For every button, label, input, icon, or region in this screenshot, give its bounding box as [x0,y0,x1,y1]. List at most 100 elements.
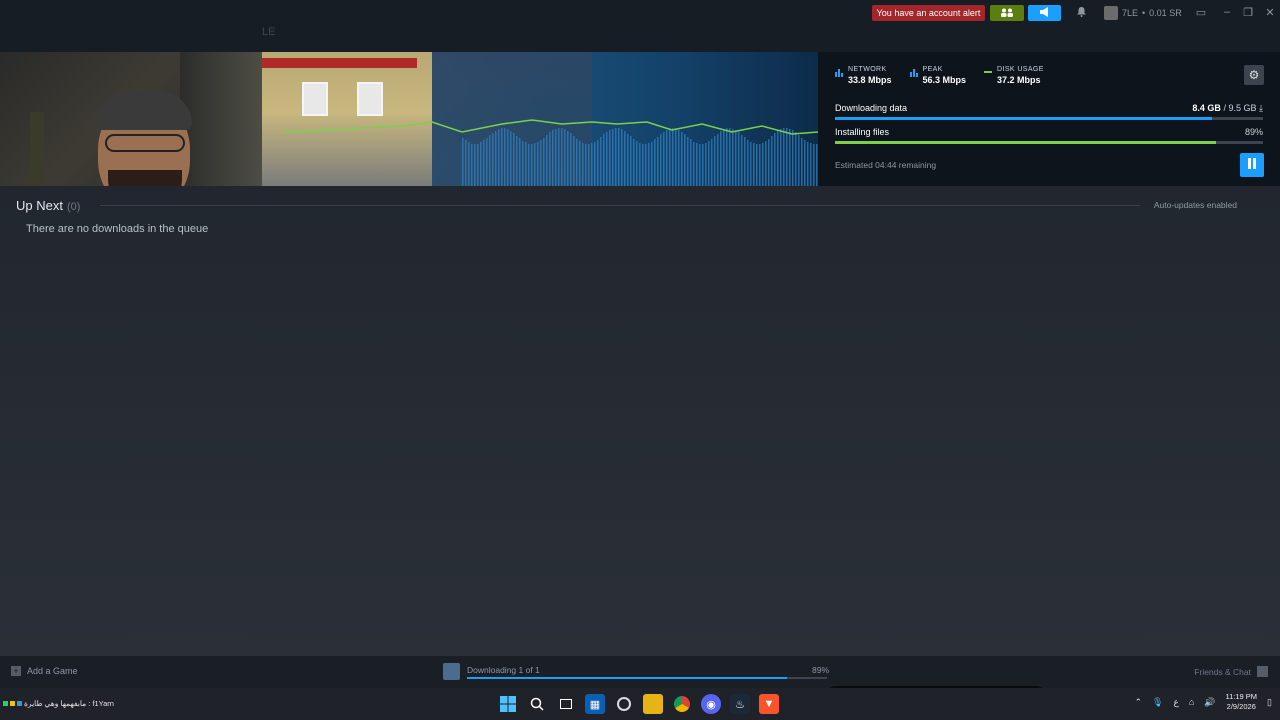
downloading-size: 8.4 GB / 9.5 GB ⤓ [1192,103,1263,114]
network-icon[interactable]: ⌂ [1189,697,1194,707]
bandwidth-bar [558,128,560,186]
bandwidth-bar [756,144,758,186]
microphone-icon[interactable]: 🎙 [1152,697,1163,708]
downloading-status[interactable]: Downloading 1 of 1 [467,665,540,675]
bandwidth-bar [714,136,716,186]
friends-chat-label: Friends & Chat [1194,666,1251,677]
obs-icon[interactable] [614,694,634,714]
bandwidth-bar [621,129,623,186]
clock[interactable]: 11:19 PM 2/9/2026 [1226,692,1258,712]
installing-label: Installing files [835,127,890,137]
bandwidth-bar [537,142,539,186]
bandwidth-bar [471,144,473,186]
bandwidth-bar [519,138,521,186]
bandwidth-bar [720,131,722,186]
bandwidth-bar [618,128,620,186]
bandwidth-bar [693,142,695,186]
volume-icon[interactable]: 🔊 [1204,697,1215,708]
bandwidth-bar [624,131,626,186]
minimize-icon: – [1223,6,1231,18]
network-label: NETWORK [848,66,887,73]
downloading-percent: 89% [812,665,830,675]
bandwidth-bar [528,144,530,186]
account-menu[interactable]: 7LE • 0.01 SR [1104,4,1182,22]
windows-start-icon[interactable] [498,694,518,714]
bandwidth-bar [789,129,791,186]
bandwidth-bar [630,136,632,186]
chrome-glyph [674,696,690,712]
steam-icon[interactable]: ♨ [730,694,750,714]
wallet-balance: 0.01 SR [1149,8,1182,18]
download-progress-bar [835,117,1263,120]
bandwidth-bar [711,139,713,186]
bottom-progress-fill [467,677,788,679]
notification-center-icon[interactable]: ▯ [1267,697,1272,708]
bandwidth-bar [768,139,770,186]
bandwidth-bar [672,128,674,186]
up-next-title: Up Next [16,198,63,213]
friends-activity-button[interactable] [990,5,1024,21]
downloading-game-thumbnail[interactable] [443,663,460,680]
size-separator: / [1223,103,1226,113]
download-progress-fill [835,117,1212,120]
bandwidth-bar [642,144,644,186]
bandwidth-bar [606,132,608,186]
webcam-person-glasses [105,134,185,152]
up-next-count: (0) [66,201,81,213]
file-explorer-icon[interactable] [643,694,663,714]
notifications-button[interactable] [1071,5,1091,21]
bandwidth-bar [582,143,584,186]
bandwidth-bar [774,133,776,186]
store-tab-ghost[interactable]: LE [262,26,275,38]
bandwidth-bar [687,137,689,186]
bandwidth-bar [513,133,515,186]
stat-disk: DISK USAGE 37.2 Mbps [984,66,1044,85]
task-view-icon[interactable] [556,694,576,714]
brave-icon[interactable]: ▼ [759,694,779,714]
installing-percent: 89% [1244,127,1263,137]
bandwidth-bar [795,132,797,186]
task-view-glyph [560,699,572,709]
maximize-button[interactable]: ❐ [1240,5,1256,19]
bandwidth-bar [780,129,782,186]
bottom-progress-bar [467,677,827,679]
stat-network: NETWORK 33.8 Mbps [835,66,892,85]
account-alert-button[interactable]: You have an account alert [872,5,985,21]
pause-button[interactable] [1240,153,1264,177]
clock-date: 2/9/2026 [1226,702,1256,711]
bandwidth-bar [516,136,518,186]
download-arrow-icon: ⤓ [1259,103,1263,113]
bandwidth-bar [585,144,587,186]
big-picture-button[interactable]: ▭ [1193,5,1209,19]
bandwidth-bar [648,143,650,186]
bandwidth-bar [762,143,764,186]
friends-icon [1001,4,1013,22]
search-icon[interactable] [527,694,547,714]
input-language[interactable]: ع [1173,697,1178,708]
discord-icon[interactable]: ◉ [701,694,721,714]
store-icon[interactable]: ▦ [585,694,605,714]
bandwidth-bar [546,135,548,186]
minimize-button[interactable]: – [1219,5,1235,19]
tray-expand-icon[interactable]: ⌃ [1134,697,1142,708]
gear-icon: ⚙ [1248,68,1260,82]
add-game-button[interactable]: + Add a Game [11,666,78,676]
bandwidth-bar [639,143,641,186]
bandwidth-bar [777,131,779,186]
announcements-button[interactable] [1028,5,1061,21]
friends-chat-button[interactable]: Friends & Chat [1194,666,1268,677]
wallet-balance-separator: • [1142,8,1146,18]
auto-updates-status[interactable]: Auto-updates enabled [1154,200,1237,210]
close-button[interactable]: ✕ [1262,5,1278,19]
close-icon: ✕ [1265,6,1275,19]
game-banner-image [262,52,818,186]
bandwidth-bar [468,142,470,186]
ticker-square-icon [17,701,22,706]
peak-bars-icon [909,69,918,77]
chrome-icon[interactable] [672,694,692,714]
bandwidth-bar [660,134,662,186]
bandwidth-bar [813,144,815,186]
bandwidth-graph [281,119,818,186]
download-settings-button[interactable]: ⚙ [1244,65,1264,85]
bandwidth-bar [801,138,803,186]
